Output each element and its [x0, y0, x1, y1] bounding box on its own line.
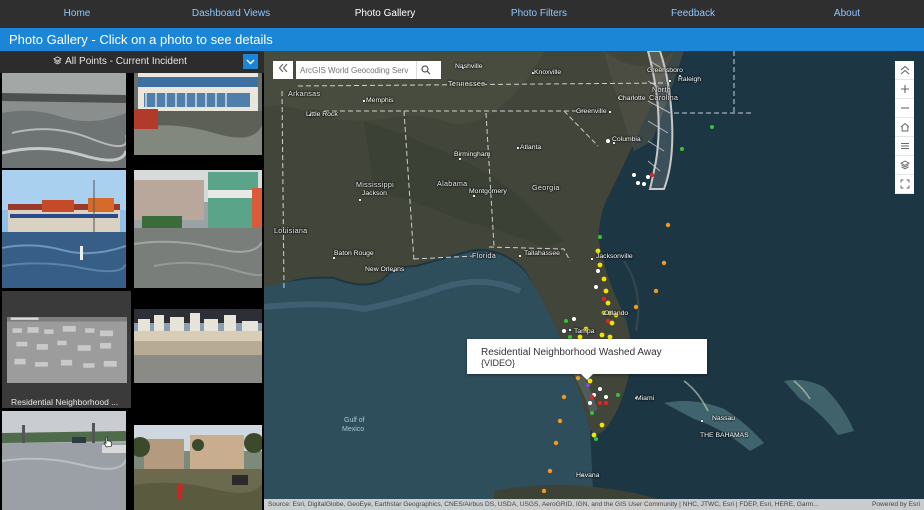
fullscreen-icon	[900, 179, 909, 189]
map-label-louisiana: Louisiana	[274, 226, 308, 235]
double-chevron-up-icon	[900, 65, 909, 75]
hand-pointer-icon	[103, 436, 112, 448]
top-nav: Home Dashboard Views Photo Gallery Photo…	[0, 0, 924, 28]
collapse-toolbar-button[interactable]	[895, 61, 914, 80]
map-label-miami: Miami	[636, 395, 655, 402]
page-title: Photo Gallery - Click on a photo to see …	[0, 28, 924, 51]
layers-button[interactable]	[895, 156, 914, 175]
minus-icon	[900, 107, 909, 109]
map-label-mississippi: Mississippi	[356, 180, 395, 189]
photo-image	[134, 73, 262, 155]
layers-icon	[899, 160, 910, 170]
map-label-memphis: Memphis	[366, 97, 394, 104]
map-label-nassau: Nassau	[712, 415, 736, 422]
map-label-little-rock: Little Rock	[306, 111, 338, 118]
legend-button[interactable]	[895, 137, 914, 156]
photo-caption: Residential Neighborhood ...	[11, 397, 119, 407]
map-label-gulf-of: Gulf of	[344, 417, 365, 424]
map-label-georgia: Georgia	[532, 183, 560, 192]
photo-image	[2, 170, 126, 288]
photo-gallery-panel: All Points - Current Incident Residentia…	[0, 51, 264, 510]
nav-photo-filters[interactable]: Photo Filters	[462, 0, 616, 28]
fullscreen-button[interactable]	[895, 175, 914, 194]
map-label-mexico: Mexico	[342, 426, 365, 433]
map-label-alabama: Alabama	[437, 179, 468, 188]
popup-title: Residential Neighborhood Washed Away	[481, 347, 662, 358]
nav-about[interactable]: About	[770, 0, 924, 28]
layers-icon	[53, 56, 63, 65]
list-icon	[900, 143, 909, 149]
map-label-atlanta: Atlanta	[520, 144, 542, 151]
chevron-down-icon	[246, 59, 255, 65]
gallery-photo[interactable]	[2, 73, 126, 168]
geocoding-search	[296, 61, 441, 79]
gallery-photo[interactable]	[134, 309, 262, 383]
zoom-out-button[interactable]	[895, 99, 914, 118]
gallery-photo[interactable]	[2, 411, 126, 510]
gallery-photo-hovered[interactable]: Residential Neighborhood ...	[2, 291, 131, 408]
map-popup[interactable]: Residential Neighborhood Washed Away {VI…	[467, 339, 707, 380]
map-label-jacksonville: Jacksonville	[596, 253, 633, 260]
gallery-photo[interactable]	[134, 425, 262, 510]
nav-home[interactable]: Home	[0, 0, 154, 28]
plus-icon	[900, 85, 909, 93]
attribution-text: Source: Esri, DigitalGlobe, GeoEye, Eart…	[268, 501, 819, 508]
map-label-montgomery: Montgomery	[469, 188, 507, 195]
map-label-tennessee: Tennessee	[448, 79, 486, 88]
filter-label: All Points - Current Incident	[65, 56, 187, 67]
satellite-basemap	[264, 51, 924, 510]
map-label-nashville: Nashville	[455, 63, 483, 70]
map-label-baton-rouge: Baton Rouge	[334, 250, 374, 257]
map-label-tampa: Tampa	[574, 328, 595, 335]
search-input[interactable]	[296, 62, 416, 78]
map-label-new-orleans: New Orleans	[365, 266, 405, 273]
map-label-charlotte: Charlotte	[618, 95, 646, 102]
map-label-tallahassee: Tallahassee	[524, 250, 560, 257]
map-label-the-bahamas: THE BAHAMAS	[700, 432, 749, 439]
popup-pointer	[581, 374, 593, 380]
map-view[interactable]: Nashville Knoxville Greensboro Raleigh N…	[264, 51, 924, 510]
map-label-greenville: Greenville	[576, 108, 607, 115]
gallery-photo[interactable]	[134, 170, 262, 288]
map-label-havana: Havana	[576, 472, 600, 479]
map-label-carolina: Carolina	[649, 93, 679, 102]
nav-feedback[interactable]: Feedback	[616, 0, 770, 28]
map-label-columbia: Columbia	[612, 136, 641, 143]
search-button[interactable]	[416, 61, 434, 79]
gallery-photo[interactable]	[2, 170, 126, 288]
search-icon	[420, 65, 430, 75]
gallery-photo[interactable]	[134, 73, 262, 155]
map-label-orlando: Orlando	[604, 310, 629, 317]
home-button[interactable]	[895, 118, 914, 137]
home-icon	[900, 122, 909, 132]
map-label-birmingham: Birmingham	[454, 151, 491, 158]
photo-image	[134, 170, 262, 288]
collapse-panel-button[interactable]	[273, 61, 293, 79]
map-label-knoxville: Knoxville	[534, 69, 562, 76]
zoom-in-button[interactable]	[895, 80, 914, 99]
map-attribution: Source: Esri, DigitalGlobe, GeoEye, Eart…	[264, 499, 924, 510]
photo-image	[134, 309, 262, 383]
filter-dropdown-button[interactable]	[243, 54, 258, 69]
map-label-florida: Florida	[472, 251, 497, 260]
map-label-jackson: Jackson	[362, 190, 387, 197]
photo-image	[7, 317, 127, 383]
photo-image	[2, 411, 126, 510]
photo-image	[2, 73, 126, 168]
double-chevron-left-icon	[278, 63, 288, 73]
photo-image	[134, 425, 262, 510]
map-label-greensboro: Greensboro	[647, 67, 683, 74]
map-label-arkansas: Arkansas	[288, 89, 321, 98]
map-label-raleigh: Raleigh	[678, 76, 702, 83]
popup-subtitle: {VIDEO}	[481, 358, 516, 368]
filter-bar[interactable]: All Points - Current Incident	[0, 51, 264, 73]
nav-dashboard-views[interactable]: Dashboard Views	[154, 0, 308, 28]
powered-by-esri-link[interactable]: Powered by Esri	[872, 499, 920, 510]
nav-photo-gallery[interactable]: Photo Gallery	[308, 0, 462, 28]
map-toolbar	[895, 61, 914, 194]
